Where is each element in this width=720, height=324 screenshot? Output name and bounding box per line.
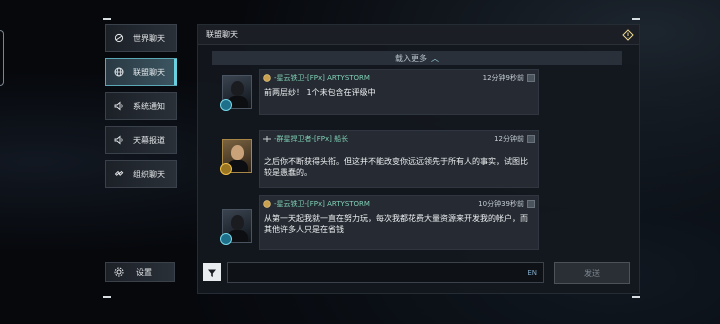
sidebar-item-org-chat[interactable]: 组织聊天 bbox=[105, 160, 177, 188]
message-text: 前两层纱！ 1个未包含在评级中 bbox=[264, 88, 376, 97]
chat-message[interactable]: -星云铁卫-[FPx] ARTYSTORM 12分钟9秒前 前两层纱！ 1个未包… bbox=[259, 69, 539, 115]
sidebar-item-system-notice[interactable]: 系统通知 bbox=[105, 92, 177, 120]
frame-corner bbox=[103, 296, 111, 298]
message-header: -星云铁卫-[FPx] ARTYSTORM 10分钟39秒前 bbox=[260, 196, 538, 211]
sidebar-item-alliance-chat[interactable]: 联盟聊天 bbox=[105, 58, 177, 86]
panel-header: 联盟聊天 bbox=[198, 25, 639, 45]
load-more-label: 载入更多 bbox=[395, 53, 427, 63]
message-text: 之后你不断获得头衔。但这并不能改变你远远领先于所有人的事实，试图比较是愚蠢的。 bbox=[264, 157, 528, 177]
message-header: -星云铁卫-[FPx] ARTYSTORM 12分钟9秒前 bbox=[260, 70, 538, 85]
rank-badge-icon bbox=[220, 233, 232, 245]
sidebar-item-sky-report[interactable]: 天幕报道 bbox=[105, 126, 177, 154]
avatar-face bbox=[231, 81, 244, 96]
sidebar-item-world-chat[interactable]: 世界聊天 bbox=[105, 24, 177, 52]
rank-emblem-icon bbox=[263, 135, 271, 143]
avatar-face bbox=[231, 215, 244, 230]
rank-emblem-icon bbox=[263, 199, 271, 208]
sidebar-item-label: 联盟聊天 bbox=[133, 67, 165, 77]
sidebar-item-label: 天幕报道 bbox=[133, 135, 165, 145]
sidebar-item-label: 世界聊天 bbox=[133, 33, 165, 43]
sidebar-item-label: 系统通知 bbox=[133, 101, 165, 111]
sender-name[interactable]: -星云铁卫-[FPx] ARTYSTORM bbox=[274, 73, 370, 83]
globe-chat-icon bbox=[114, 33, 124, 43]
edge-handle[interactable] bbox=[0, 30, 4, 86]
speaker-icon bbox=[114, 101, 124, 111]
message-text: 从第一天起我就一直在努力玩，每次我都花费大量资源来开发我的帐户，而其他许多人只是… bbox=[264, 214, 528, 234]
sidebar-item-label: 组织聊天 bbox=[133, 169, 165, 179]
panel-title: 联盟聊天 bbox=[206, 30, 238, 39]
sender-name[interactable]: -星云铁卫-[FPx] ARTYSTORM bbox=[274, 199, 370, 209]
frame-corner bbox=[103, 18, 111, 20]
rank-badge-icon bbox=[220, 163, 232, 175]
chat-input[interactable]: EN bbox=[227, 262, 544, 283]
sender-name[interactable]: -群星捍卫者-[FPx] 船长 bbox=[274, 134, 348, 144]
chevron-up-icon: ︿ bbox=[431, 53, 439, 63]
avatar[interactable] bbox=[220, 139, 252, 175]
rank-emblem-icon bbox=[263, 73, 271, 82]
report-icon[interactable] bbox=[527, 199, 535, 208]
avatar-face bbox=[231, 145, 244, 160]
message-time: 12分钟前 bbox=[494, 134, 524, 143]
filter-button[interactable] bbox=[203, 263, 221, 281]
channel-sidebar: 世界聊天 联盟聊天 系统通知 天幕报道 组织聊天 bbox=[105, 24, 177, 194]
speaker-icon bbox=[114, 135, 124, 145]
send-label: 发送 bbox=[584, 268, 600, 278]
frame-corner bbox=[632, 18, 640, 20]
message-header: -群星捍卫者-[FPx] 船长 12分钟前 bbox=[260, 131, 538, 146]
avatar[interactable] bbox=[220, 209, 252, 245]
link-icon bbox=[114, 169, 124, 179]
settings-button[interactable]: 设置 bbox=[105, 262, 175, 282]
input-language[interactable]: EN bbox=[527, 269, 537, 277]
chat-panel: 联盟聊天 载入更多 ︿ -星云铁卫-[FPx] ARTYSTORM 12分钟9秒… bbox=[197, 24, 640, 294]
load-more-button[interactable]: 载入更多 ︿ bbox=[212, 51, 622, 65]
rank-badge-icon bbox=[220, 99, 232, 111]
avatar[interactable] bbox=[220, 75, 252, 111]
message-time: 12分钟9秒前 bbox=[482, 73, 524, 82]
report-icon[interactable] bbox=[527, 134, 535, 143]
report-icon[interactable] bbox=[527, 73, 535, 82]
message-time: 10分钟39秒前 bbox=[478, 199, 524, 208]
diamond-icon[interactable] bbox=[621, 28, 635, 42]
send-button[interactable]: 发送 bbox=[554, 262, 630, 284]
alliance-globe-icon bbox=[114, 67, 124, 77]
chat-message[interactable]: -星云铁卫-[FPx] ARTYSTORM 10分钟39秒前 从第一天起我就一直… bbox=[259, 195, 539, 250]
gear-icon bbox=[114, 267, 124, 277]
settings-label: 设置 bbox=[136, 267, 152, 277]
filter-icon bbox=[207, 263, 217, 282]
frame-corner bbox=[632, 296, 640, 298]
chat-message[interactable]: -群星捍卫者-[FPx] 船长 12分钟前 之后你不断获得头衔。但这并不能改变你… bbox=[259, 130, 539, 188]
